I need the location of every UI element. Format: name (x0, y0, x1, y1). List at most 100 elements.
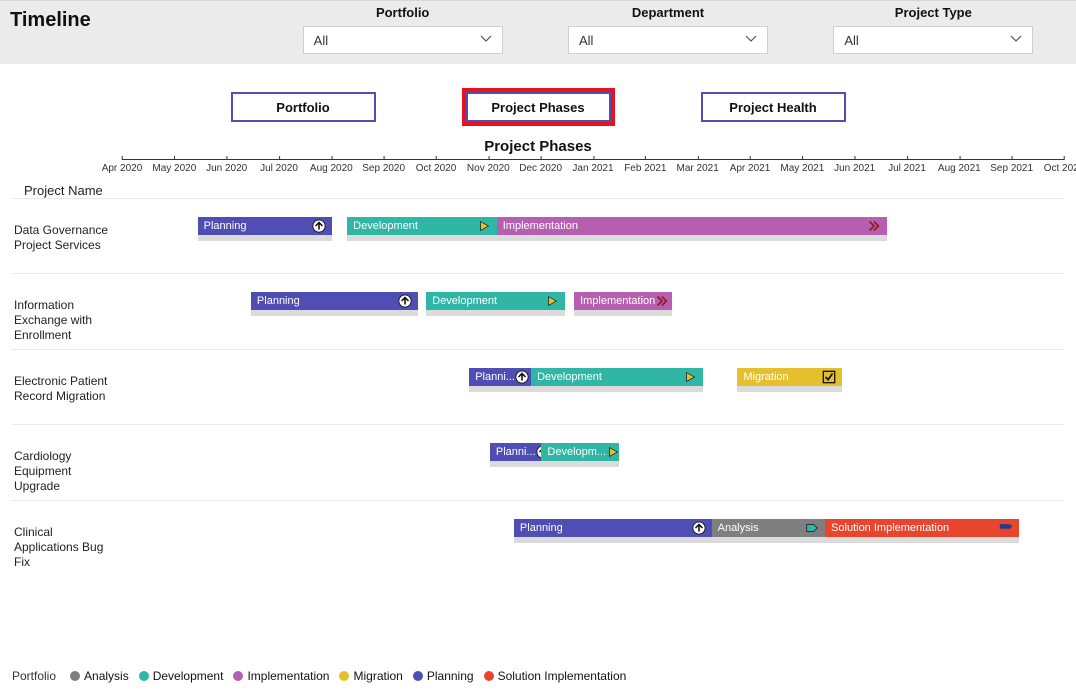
axis-tick: Apr 2021 (730, 160, 771, 174)
portfolio-picker[interactable]: All (303, 26, 503, 54)
phase-bar-label: Planning (257, 295, 300, 307)
phase-bar-label: Implementation (580, 295, 655, 307)
row-header: Project Name (24, 183, 1064, 198)
up-arrow-icon (515, 370, 529, 384)
axis-tick: Sep 2020 (362, 160, 405, 174)
legend-label: Migration (353, 669, 402, 683)
tab-portfolio[interactable]: Portfolio (231, 92, 376, 122)
picker-value: All (579, 33, 593, 48)
legend-lead: Portfolio (12, 669, 56, 683)
up-arrow-icon (312, 219, 326, 233)
axis-tick: Nov 2020 (467, 160, 510, 174)
phase-bar-label: Implementation (503, 220, 578, 232)
chevron-down-icon (480, 33, 492, 48)
axis-tick: Aug 2021 (938, 160, 981, 174)
legend-label: Planning (427, 669, 474, 683)
time-axis: Apr 2020May 2020Jun 2020Jul 2020Aug 2020… (122, 159, 1064, 181)
tab-project-health[interactable]: Project Health (701, 92, 846, 122)
chart-title: Project Phases (0, 138, 1076, 155)
project-type-picker[interactable]: All (833, 26, 1033, 54)
phase-bar-label: Development (537, 371, 602, 383)
phase-bar-analysis[interactable]: Analysis (712, 519, 825, 537)
phase-bar-label: Planning (520, 522, 563, 534)
phase-bar-label: Planning (204, 220, 247, 232)
department-picker[interactable]: All (568, 26, 768, 54)
axis-tick: Dec 2020 (519, 160, 562, 174)
phase-bar-migration[interactable]: Migration (737, 368, 842, 386)
project-name: Cardiology Equipment Upgrade (12, 425, 122, 500)
play-icon (683, 370, 697, 384)
phase-bar-label: Development (353, 220, 418, 232)
phase-bar-label: Planni... (475, 371, 515, 383)
axis-tick: Jan 2021 (572, 160, 613, 174)
row-canvas: Planning Development Implementation (122, 274, 1064, 348)
gantt-row: Cardiology Equipment Upgrade Planni... Dev… (12, 424, 1064, 500)
gantt-row: Clinical Applications Bug FixPlanningAna… (12, 500, 1064, 576)
axis-tick: Sep 2021 (990, 160, 1033, 174)
legend-swatch-icon (484, 671, 494, 681)
gantt-row: Electronic Patient Record MigrationPlann… (12, 349, 1064, 424)
legend-item: Development (139, 669, 224, 683)
phase-bar-implementation[interactable]: Implementation (497, 217, 887, 235)
play-icon (545, 294, 559, 308)
chevron-down-icon (1010, 33, 1022, 48)
play-icon (477, 219, 491, 233)
play-icon (606, 445, 619, 459)
legend: Portfolio AnalysisDevelopmentImplementat… (12, 669, 626, 683)
row-canvas: Planni... Development Migration (122, 350, 1064, 424)
phase-bar-planning[interactable]: Planni... (469, 368, 531, 386)
project-name: Data Governance Project Services (12, 199, 122, 273)
filter-label: Project Type (801, 5, 1066, 20)
chevrons-icon (655, 294, 669, 308)
row-canvas: Planning Analysis Solution Implementation (122, 501, 1064, 575)
filter-portfolio: Portfolio All (270, 5, 535, 54)
legend-swatch-icon (413, 671, 423, 681)
filter-header: Timeline Portfolio All Department All Pr… (0, 0, 1076, 64)
phase-bar-development[interactable]: Development (426, 292, 565, 310)
phase-bar-development[interactable]: Development (347, 217, 497, 235)
legend-label: Solution Implementation (498, 669, 627, 683)
chevron-down-icon (745, 33, 757, 48)
up-arrow-icon (398, 294, 412, 308)
axis-tick: Apr 2020 (102, 160, 143, 174)
phase-bar-solution-implementation[interactable]: Solution Implementation (825, 519, 1019, 537)
axis-tick: Mar 2021 (677, 160, 719, 174)
project-name: Electronic Patient Record Migration (12, 350, 122, 424)
phase-bar-label: Development (432, 295, 497, 307)
phase-bar-planning[interactable]: Planning (514, 519, 712, 537)
gantt-row: Information Exchange with EnrollmentPlan… (12, 273, 1064, 349)
legend-item: Solution Implementation (484, 669, 627, 683)
row-canvas: Planni... Developm... (122, 425, 1064, 499)
phase-bar-planning[interactable]: Planning (251, 292, 418, 310)
gantt-row: Data Governance Project Services Planning… (12, 198, 1064, 273)
phase-bar-label: Developm... (547, 446, 606, 458)
phase-bar-planning[interactable]: Planning (198, 217, 332, 235)
phase-bar-label: Solution Implementation (831, 522, 949, 534)
legend-item: Migration (339, 669, 402, 683)
axis-tick: Jul 2020 (260, 160, 298, 174)
axis-tick: Feb 2021 (624, 160, 666, 174)
phase-bar-planning[interactable]: Planni... (490, 443, 542, 461)
tab-label: Portfolio (276, 100, 329, 115)
axis-tick: Oct 2021 (1044, 160, 1076, 174)
phase-bar-implementation[interactable]: Implementation (574, 292, 672, 310)
tab-project-phases[interactable]: Project Phases (466, 92, 611, 122)
axis-tick: Jul 2021 (888, 160, 926, 174)
picker-value: All (314, 33, 328, 48)
up-arrow-icon (692, 521, 706, 535)
axis-tick: Aug 2020 (310, 160, 353, 174)
filter-department: Department All (535, 5, 800, 54)
axis-tick: Oct 2020 (416, 160, 457, 174)
axis-tick: Jun 2021 (834, 160, 875, 174)
phase-bar-development[interactable]: Development (531, 368, 703, 386)
chevrons-icon (867, 219, 881, 233)
legend-label: Development (153, 669, 224, 683)
phase-bar-label: Planni... (496, 446, 536, 458)
tag-icon (805, 521, 819, 535)
legend-swatch-icon (233, 671, 243, 681)
page-title: Timeline (10, 5, 270, 32)
legend-label: Analysis (84, 669, 129, 683)
axis-tick: May 2020 (152, 160, 196, 174)
phase-bar-development[interactable]: Developm... (541, 443, 618, 461)
filter-label: Department (535, 5, 800, 20)
